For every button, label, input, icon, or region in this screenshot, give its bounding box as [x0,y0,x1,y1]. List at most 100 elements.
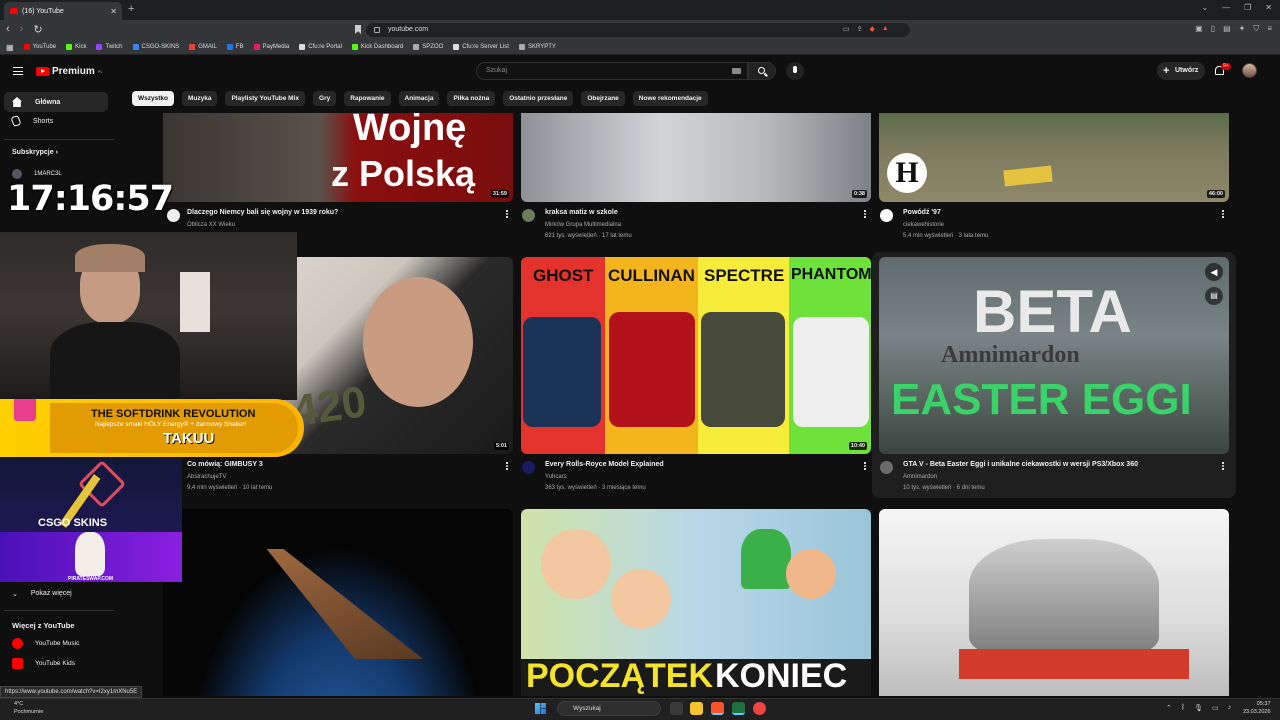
chip-recently-uploaded[interactable]: Ostatnio przesłane [503,91,574,106]
chip-mix-playlists[interactable]: Playlisty YouTube Mix [225,91,306,106]
chip-watched[interactable]: Obejrzane [581,91,625,106]
obs-icon[interactable] [753,702,766,715]
sidebar-item-youtube-music[interactable]: YouTube Music [12,638,79,649]
video-title[interactable]: kraksa matiz w szkole [545,209,618,216]
url-field[interactable]: youtube.com [366,23,910,37]
channel-name[interactable]: Amnimardon [903,472,937,482]
search-input[interactable]: Szukaj [476,62,748,80]
bookmark-item[interactable]: Kick Dashboard [351,44,403,50]
bookmark-item[interactable]: Cfu:re Portal [299,44,342,50]
more-actions-icon[interactable] [506,462,508,470]
cast-icon[interactable]: ▭ [843,25,850,33]
brave-shield-icon[interactable]: ◆ [870,25,875,33]
keyboard-icon[interactable] [732,68,741,74]
sidebar-item-home[interactable]: Główna [4,92,108,112]
taskbar-search[interactable]: Wyszukaj [557,701,661,716]
more-actions-icon[interactable] [506,210,508,218]
video-title[interactable]: Powódź '97 [903,209,941,216]
task-view-icon[interactable] [670,702,683,715]
reload-icon[interactable]: ↻ [33,23,42,36]
forward-icon[interactable]: › [20,23,24,36]
video-thumbnail[interactable] [879,509,1229,696]
sidebar-item-youtube-kids[interactable]: YouTube Kids [12,658,75,669]
video-thumbnail[interactable]: GHOST CULLINAN SPECTRE PHANTOM 10:40 [521,257,871,454]
more-actions-icon[interactable] [864,462,866,470]
sidebar-item-shorts[interactable]: Shorts [4,111,108,131]
chip-music[interactable]: Muzyka [181,91,218,106]
video-title[interactable]: Dlaczego Niemcy bali się wojny w 1939 ro… [187,209,338,216]
voice-search-icon[interactable] [786,62,804,80]
back-icon[interactable]: ‹ [6,23,10,36]
sidebar-channel[interactable]: 1MARC3L [12,169,62,179]
file-explorer-icon[interactable] [690,702,703,715]
menu-icon[interactable]: ≡ [1267,24,1272,34]
screenshot-icon[interactable]: ▣ [1195,24,1203,34]
channel-name[interactable]: AbstrachujeTV [187,472,226,482]
taskbar-clock[interactable]: 05:37 23.03.2026 [1243,700,1271,716]
browser-tab[interactable]: (16) YouTube ✕ [4,2,122,20]
video-thumbnail[interactable] [163,509,513,696]
chip-all[interactable]: Wszystko [132,91,174,106]
video-thumbnail[interactable]: Wojnę z Polską 31:59 [163,113,513,202]
wallet-icon[interactable]: ▤ [1223,24,1231,34]
youtube-premium-logo[interactable]: Premium PL [36,66,103,77]
minimize-button[interactable]: — [1222,3,1230,12]
channel-name[interactable]: ciekawehistorie [903,220,944,230]
channel-name[interactable]: Oblicza XX Wieku [187,220,235,230]
account-avatar[interactable] [1242,63,1257,78]
share-icon[interactable]: ⇪ [857,25,863,33]
brave-rewards-icon[interactable]: ▲ [882,25,889,33]
chip-football[interactable]: Piłka nożna [447,91,496,106]
video-thumbnail[interactable]: POCZĄTEK KONIEC [521,509,871,696]
apps-icon[interactable]: ▦ [6,43,14,52]
more-actions-icon[interactable] [1222,210,1224,218]
captions-icon[interactable]: ▤ [1205,287,1223,305]
video-thumbnail[interactable]: BETA Amnimardon EASTER EGGI ◀ ▤ [879,257,1229,454]
create-button[interactable]: Utwórz [1157,62,1205,80]
search-button[interactable] [748,62,776,80]
bookmark-item[interactable]: CSGO-SKINS [132,44,179,50]
tab-search-icon[interactable]: ⌄ [1201,3,1208,12]
guide-menu-icon[interactable] [13,67,23,75]
chip-games[interactable]: Gry [313,91,337,106]
close-window-button[interactable]: ✕ [1265,3,1272,12]
volume-icon[interactable]: ♪ [1228,704,1232,712]
show-more-button[interactable]: ⌄ Pokaż więcej [12,590,72,598]
microphone-icon[interactable]: 🎙 [1194,704,1203,712]
brave-browser-icon[interactable] [711,702,724,715]
bookmark-item[interactable]: SPZOO [413,44,443,50]
channel-avatar[interactable] [522,461,535,474]
video-title[interactable]: Co mówią: GIMBUSY 3 [187,461,263,468]
excel-icon[interactable] [732,702,745,715]
more-actions-icon[interactable] [864,210,866,218]
channel-name[interactable]: Mirków Grupa Multimedialna [545,220,621,230]
bluetooth-icon[interactable]: ᛒ [1181,704,1185,712]
video-thumbnail[interactable]: 0:38 [521,113,871,202]
site-info-icon[interactable] [374,27,380,33]
video-title[interactable]: GTA V - Beta Easter Eggi i unikalne ciek… [903,461,1138,468]
bookmark-item[interactable]: GMAIL [189,44,217,50]
bookmark-item[interactable]: SKRYPTY [518,44,556,50]
bookmark-item[interactable]: Cfu:re Server List [453,44,509,50]
bookmark-item[interactable]: YouTube [23,44,56,50]
vpn-icon[interactable]: ⛉ [1253,24,1259,34]
bookmark-item[interactable]: FB [226,44,244,50]
channel-avatar[interactable] [880,209,893,222]
bookmark-item[interactable]: PayMedia [253,44,289,50]
extensions-icon[interactable]: ✦ [1239,24,1246,34]
tray-overflow-icon[interactable]: ⌃ [1166,704,1172,712]
channel-avatar[interactable] [880,461,893,474]
video-title[interactable]: Every Rolls-Royce Model Explained [545,461,664,468]
subscriptions-heading[interactable]: Subskrypcje › [12,149,58,156]
chip-rap[interactable]: Rapowanie [344,91,391,106]
weather-widget[interactable]: 4°C Pochmurnie [14,700,43,716]
bookmark-item[interactable]: Kick [66,44,86,50]
channel-avatar[interactable] [522,209,535,222]
network-icon[interactable]: ▭ [1212,704,1219,712]
mute-icon[interactable]: ◀ [1205,263,1223,281]
video-thumbnail[interactable]: H 46:00 [879,113,1229,202]
chip-new-recommendations[interactable]: Nowe rekomendacje [632,91,708,106]
chip-animation[interactable]: Animacja [398,91,440,106]
more-actions-icon[interactable] [1222,462,1224,470]
bookmark-item[interactable]: Twitch [96,44,123,50]
